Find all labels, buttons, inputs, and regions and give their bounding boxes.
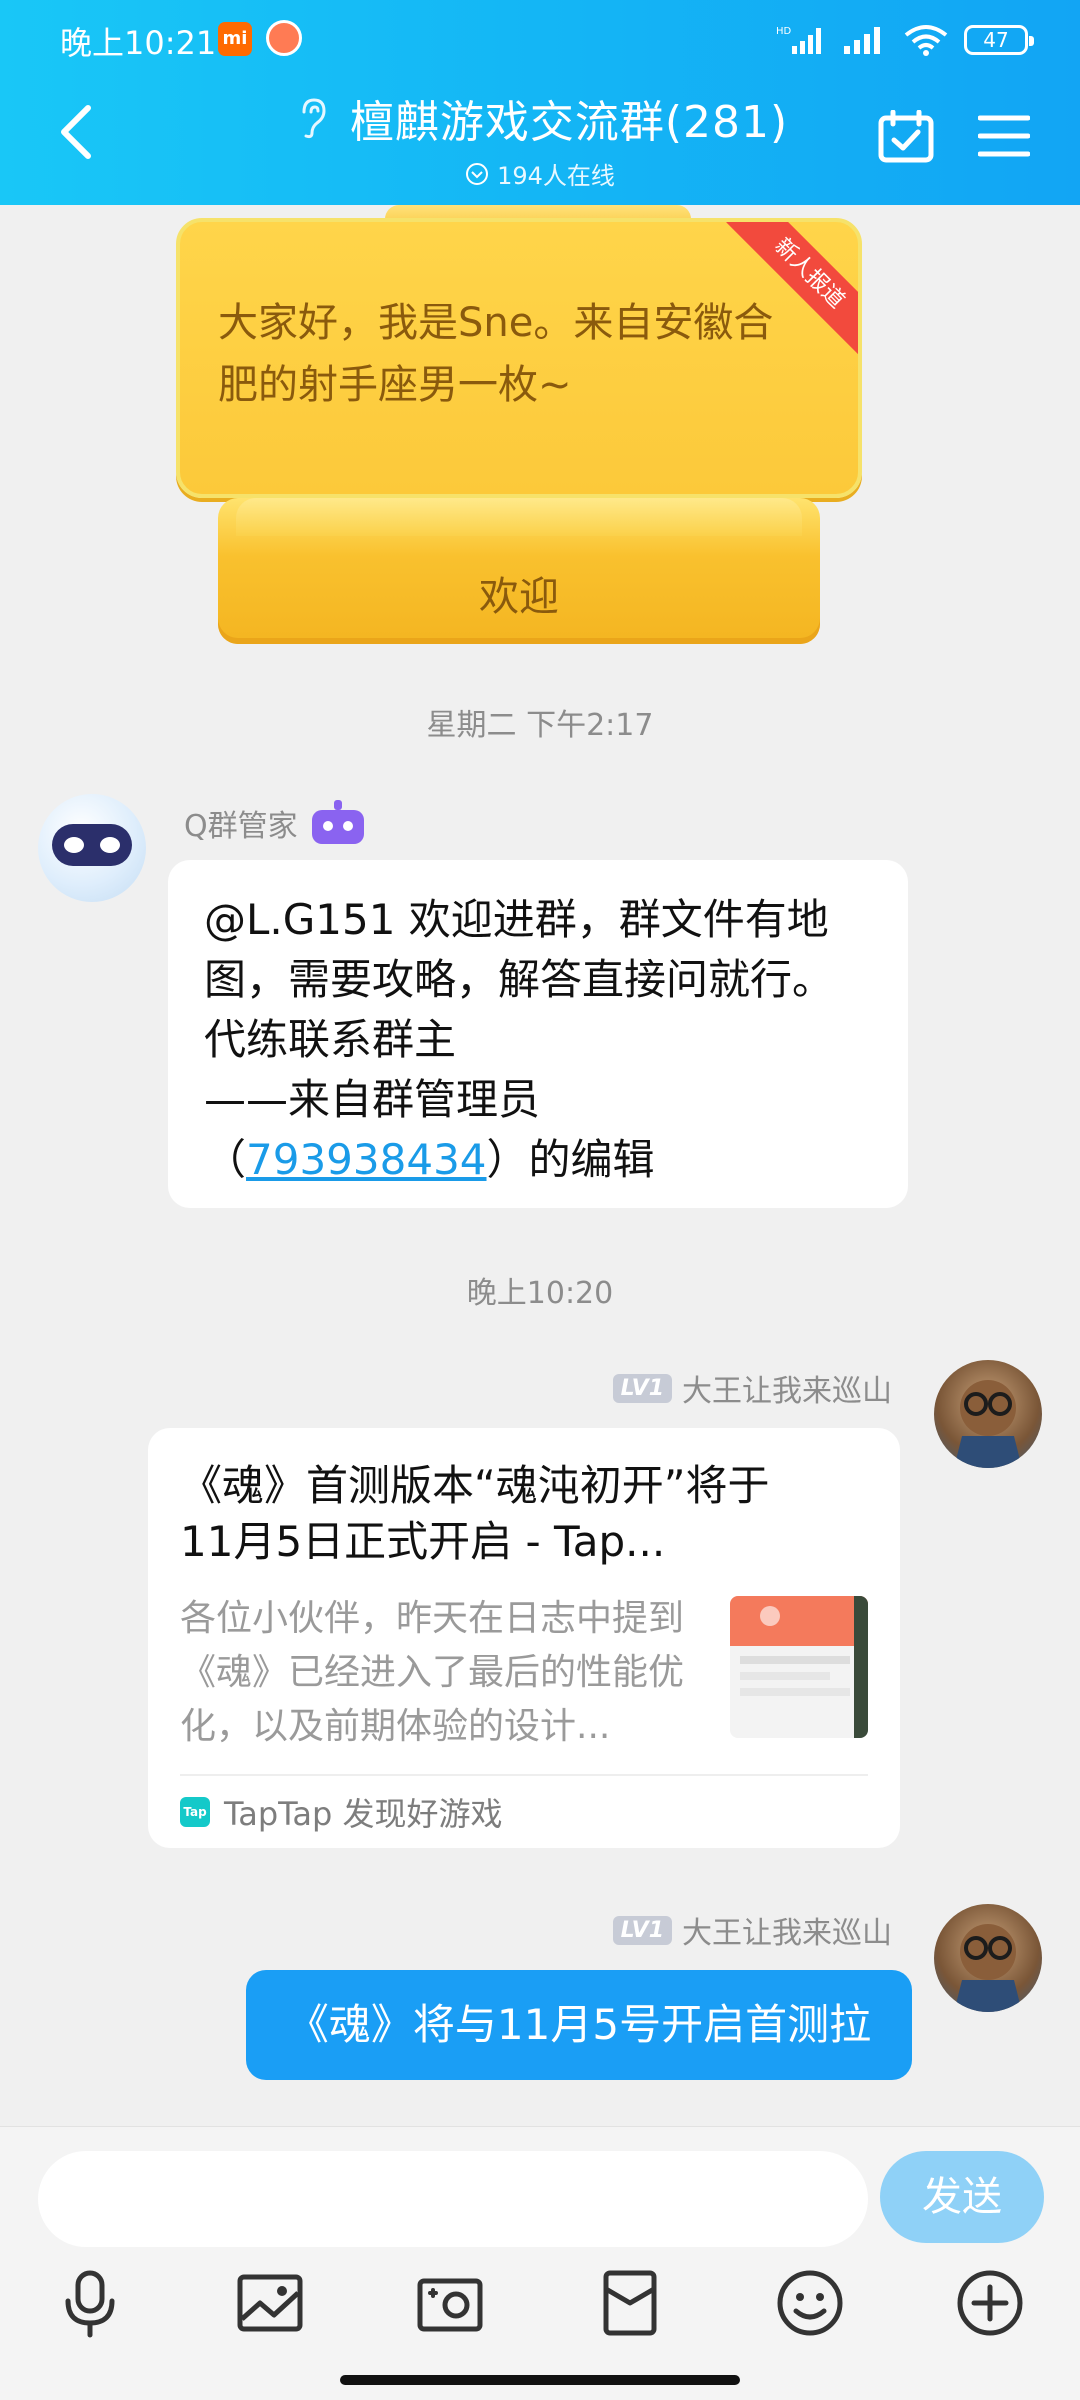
bot-avatar[interactable] bbox=[38, 794, 146, 902]
hd-signal-icon: HD bbox=[776, 26, 821, 54]
mic-icon[interactable] bbox=[54, 2267, 126, 2339]
welcome-text: 大家好，我是Sne。来自安徽合肥的射手座男一枚~ bbox=[218, 300, 774, 408]
user-avatar[interactable] bbox=[934, 1360, 1042, 1468]
text-sender: LV1 大王让我来巡山 bbox=[612, 1908, 892, 1952]
share-source: Tap TapTap 发现好游戏 bbox=[180, 1774, 868, 1848]
input-area: 发送 bbox=[0, 2126, 1080, 2400]
plus-icon[interactable] bbox=[954, 2267, 1026, 2339]
dog-avatar-icon bbox=[954, 1380, 1022, 1468]
share-thumbnail bbox=[729, 1596, 868, 1738]
home-indicator[interactable] bbox=[340, 2375, 740, 2385]
red-packet-icon[interactable] bbox=[594, 2267, 666, 2339]
wifi-icon bbox=[904, 25, 948, 56]
taptap-icon: Tap bbox=[180, 1797, 210, 1827]
image-icon[interactable] bbox=[234, 2267, 306, 2339]
status-bar: 晚上10:21 mi HD 47 bbox=[0, 0, 1080, 76]
svg-text:HD: HD bbox=[776, 26, 792, 37]
bot-line: 代练联系群主 bbox=[204, 1015, 457, 1064]
share-source-text: TapTap 发现好游戏 bbox=[224, 1795, 503, 1833]
bot-line: ——来自群管理员 bbox=[204, 1075, 541, 1124]
welcome-card: 大家好，我是Sne。来自安徽合肥的射手座男一枚~ 新人报道 bbox=[176, 218, 862, 498]
text-sender-name: 大王让我来巡山 bbox=[682, 1916, 892, 1951]
share-sender: LV1 大王让我来巡山 bbox=[612, 1366, 892, 1410]
camera-icon[interactable] bbox=[414, 2267, 486, 2339]
user-avatar[interactable] bbox=[934, 1904, 1042, 2012]
dog-avatar-icon bbox=[954, 1924, 1022, 2012]
message-input[interactable] bbox=[38, 2151, 868, 2247]
share-card-bubble[interactable]: 《魂》首测版本“魂沌初开”将于11月5日正式开启 - Tap... 各位小伙伴，… bbox=[148, 1428, 900, 1848]
bot-line: @L.G151 欢迎进群，群文件有地 bbox=[204, 895, 829, 944]
robot-badge-icon bbox=[311, 800, 364, 844]
bot-edit-line: （793938434）的编辑 bbox=[204, 1130, 872, 1190]
share-title: 《魂》首测版本“魂沌初开”将于11月5日正式开启 - Tap... bbox=[180, 1461, 770, 1566]
emoji-icon[interactable] bbox=[774, 2267, 846, 2339]
share-description: 各位小伙伴，昨天在日志中提到《魂》已经进入了最后的性能优化，以及前期体验的设计.… bbox=[180, 1598, 685, 1747]
back-arrow-icon[interactable] bbox=[54, 102, 98, 162]
bot-message-bubble[interactable]: @L.G151 欢迎进群，群文件有地 图，需要攻略，解答直接问就行。 代练联系群… bbox=[168, 860, 908, 1208]
chat-header: 晚上10:21 mi HD 47 檀麒游戏交流群(281) 194人在线 bbox=[0, 0, 1080, 205]
mi-app-icon: mi bbox=[218, 22, 252, 56]
status-time: 晚上10:21 bbox=[60, 24, 217, 62]
bot-sender: Q群管家 bbox=[184, 798, 368, 848]
online-status-icon bbox=[466, 162, 489, 185]
timestamp: 晚上10:20 bbox=[466, 1276, 614, 1311]
chat-title-area[interactable]: 檀麒游戏交流群(281) 194人在线 bbox=[240, 86, 840, 190]
welcome-button[interactable]: 欢迎 bbox=[218, 498, 820, 644]
online-count-text: 194人在线 bbox=[497, 162, 615, 190]
bot-edit-suffix: ）的编辑 bbox=[486, 1135, 655, 1184]
qq-number-link[interactable]: 793938434 bbox=[246, 1135, 487, 1184]
bot-sender-name: Q群管家 bbox=[184, 809, 298, 844]
level-badge: LV1 bbox=[612, 1915, 672, 1945]
notification-app-icon bbox=[266, 20, 302, 56]
battery-indicator: 47 bbox=[964, 25, 1034, 55]
bot-line: 图，需要攻略，解答直接问就行。 bbox=[204, 955, 835, 1004]
input-toolbar bbox=[0, 2267, 1080, 2347]
share-thumbnail-image bbox=[729, 1596, 868, 1738]
robot-face-icon bbox=[52, 824, 132, 866]
welcome-button-top bbox=[236, 498, 802, 536]
menu-icon[interactable] bbox=[978, 114, 1030, 158]
bot-edit-prefix: （ bbox=[204, 1135, 247, 1184]
text-message-bubble[interactable]: 《魂》将与11月5号开启首测拉 bbox=[246, 1970, 912, 2080]
welcome-button-label: 欢迎 bbox=[479, 574, 559, 620]
signal-icon bbox=[844, 27, 880, 54]
ear-mode-icon bbox=[302, 98, 326, 139]
share-sender-name: 大王让我来巡山 bbox=[682, 1374, 892, 1409]
online-count: 194人在线 bbox=[240, 156, 840, 191]
group-title: 檀麒游戏交流群(281) bbox=[349, 97, 789, 148]
level-badge: LV1 bbox=[612, 1373, 672, 1403]
timestamp: 星期二 下午2:17 bbox=[426, 708, 654, 743]
status-icons: HD 47 bbox=[776, 20, 1034, 60]
send-button[interactable]: 发送 bbox=[880, 2151, 1044, 2243]
checkin-calendar-icon[interactable] bbox=[878, 110, 934, 164]
